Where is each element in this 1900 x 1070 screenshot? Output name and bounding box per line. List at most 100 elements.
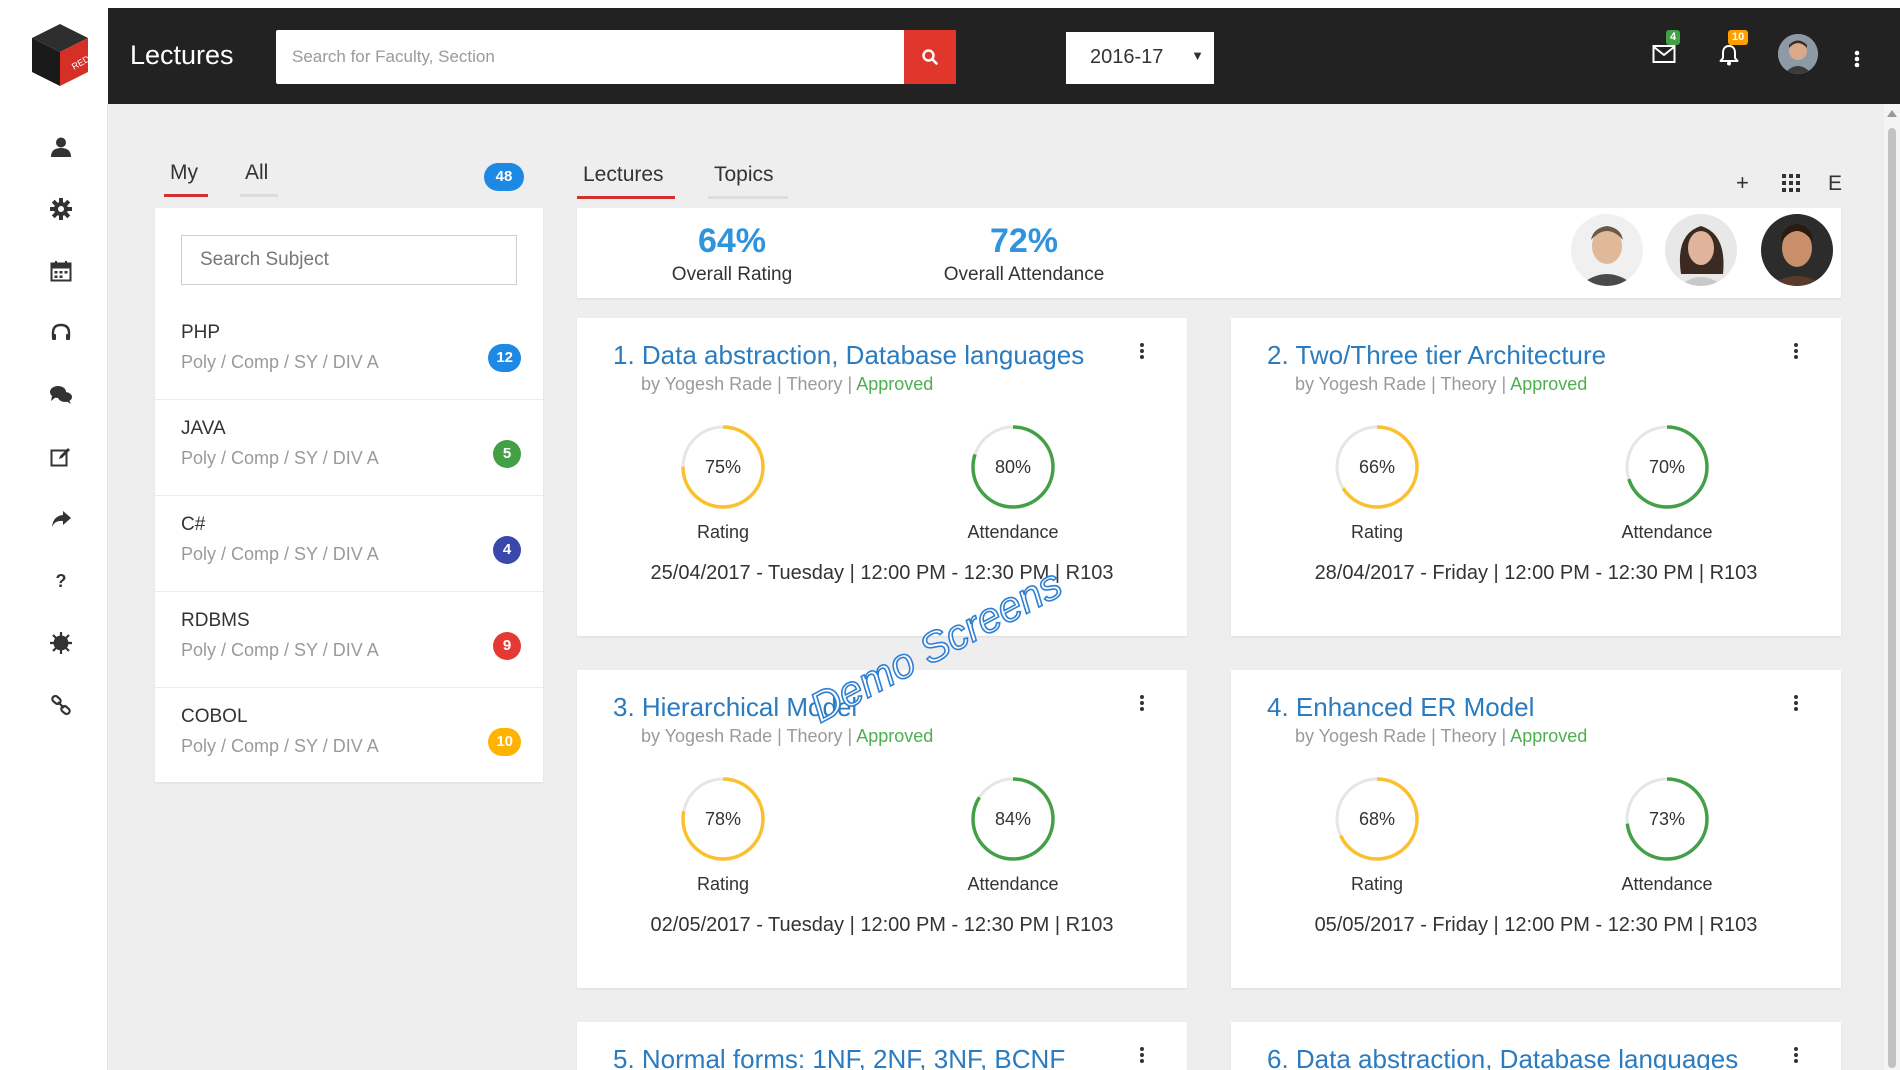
overall-rating-label: Overall Rating	[671, 264, 793, 285]
lecture-schedule: 28/04/2017 - Friday | 12:00 PM - 12:30 P…	[1314, 562, 1758, 584]
sidebar-item-profile[interactable]	[48, 134, 74, 160]
link-icon	[51, 694, 71, 716]
export-button[interactable]: E	[1828, 172, 1842, 196]
lecture-options-button[interactable]	[1793, 342, 1799, 365]
attendance-value: 80%	[995, 457, 1031, 477]
lecture-card-3[interactable]: 3. Hierarchical Model by Yogesh Rade | T…	[577, 670, 1187, 988]
subject-lecture-count-badge: 5	[493, 440, 521, 468]
notifications-button[interactable]: 10	[1718, 30, 1749, 71]
subject-name: COBOL	[181, 706, 248, 727]
sidebar-item-links[interactable]	[48, 692, 74, 718]
faculty-avatar-1[interactable]	[1571, 214, 1643, 286]
rating-label: Rating	[696, 874, 750, 894]
subject-item-java[interactable]: JAVA Poly / Comp / SY / DIV A 5	[155, 400, 543, 496]
academic-year-select[interactable]: 2016-17 ▼	[1066, 32, 1214, 84]
status-badge: Approved	[856, 726, 934, 746]
overall-attendance-label: Overall Attendance	[943, 264, 1105, 285]
edit-icon	[50, 448, 70, 467]
rating-value: 66%	[1359, 457, 1395, 477]
lecture-card-4[interactable]: 4. Enhanced ER Model by Yogesh Rade | Th…	[1231, 670, 1841, 988]
subject-search-input[interactable]	[181, 235, 517, 285]
attendance-label: Attendance	[967, 522, 1059, 542]
lecture-meta: by Yogesh Rade | Theory | Approved	[641, 726, 933, 747]
academic-year-value: 2016-17	[1090, 46, 1164, 68]
rating-label: Rating	[696, 522, 750, 542]
mail-count-badge: 4	[1666, 30, 1681, 45]
user-avatar[interactable]	[1778, 34, 1818, 74]
sidebar-item-edit[interactable]	[48, 444, 74, 470]
faculty-search-input[interactable]	[276, 30, 904, 84]
sidebar-item-settings[interactable]	[48, 196, 74, 222]
grid-icon	[1782, 174, 1800, 192]
add-lecture-button[interactable]: +	[1736, 170, 1749, 196]
faculty-avatar-2[interactable]	[1665, 214, 1737, 286]
rating-value: 78%	[705, 809, 741, 829]
tab-topics[interactable]: Topics	[714, 163, 774, 187]
sidebar-item-share[interactable]	[48, 506, 74, 532]
app-window: RED Lectures 2016-17 ▼ 4	[12, 8, 1900, 1070]
help-icon: ?	[56, 571, 67, 591]
tab-my[interactable]: My	[170, 161, 198, 185]
sidebar-item-messages[interactable]	[48, 382, 74, 408]
chat-icon	[50, 386, 72, 404]
headset-icon	[51, 323, 71, 340]
lecture-card-6[interactable]: 6. Data abstraction, Database languages	[1231, 1022, 1841, 1070]
rating-label: Rating	[1350, 874, 1404, 894]
tab-lectures[interactable]: Lectures	[583, 163, 664, 187]
lecture-author-type: by Yogesh Rade | Theory |	[1295, 374, 1511, 394]
lecture-card-1[interactable]: 1. Data abstraction, Database languages …	[577, 318, 1187, 636]
grid-view-button[interactable]	[1782, 172, 1800, 198]
lecture-title[interactable]: 5. Normal forms: 1NF, 2NF, 3NF, BCNF	[613, 1044, 1065, 1070]
subject-item-php[interactable]: PHP Poly / Comp / SY / DIV A 12	[155, 304, 543, 400]
search-icon	[922, 49, 938, 65]
tab-lectures-underline	[577, 196, 675, 199]
lecture-options-button[interactable]	[1139, 1046, 1145, 1069]
attendance-label: Attendance	[1621, 874, 1713, 894]
tab-all[interactable]: All	[245, 161, 268, 185]
sidebar-item-issues[interactable]	[48, 630, 74, 656]
subject-path: Poly / Comp / SY / DIV A	[181, 448, 379, 468]
rating-ring: 78%	[681, 777, 765, 861]
overall-attendance-value: 72%	[989, 222, 1059, 260]
tab-topics-underline	[708, 196, 788, 199]
app-logo[interactable]: RED	[12, 8, 108, 104]
subject-item-cobol[interactable]: COBOL Poly / Comp / SY / DIV A 10	[155, 688, 543, 784]
lecture-meta: by Yogesh Rade | Theory | Approved	[1295, 726, 1587, 747]
lecture-card-5[interactable]: 5. Normal forms: 1NF, 2NF, 3NF, BCNF	[577, 1022, 1187, 1070]
lecture-options-button[interactable]	[1793, 694, 1799, 717]
sidebar-item-help[interactable]: ?	[48, 568, 74, 594]
lecture-card-2[interactable]: 2. Two/Three tier Architecture by Yogesh…	[1231, 318, 1841, 636]
search-button[interactable]	[904, 30, 956, 84]
subject-name: RDBMS	[181, 610, 250, 631]
subject-lecture-count-badge: 10	[488, 728, 521, 756]
subject-item-csharp[interactable]: C# Poly / Comp / SY / DIV A 4	[155, 496, 543, 592]
page-scrollbar[interactable]	[1884, 104, 1900, 1070]
rating-ring: 68%	[1335, 777, 1419, 861]
lecture-title[interactable]: 2. Two/Three tier Architecture	[1267, 340, 1606, 371]
lecture-meta: by Yogesh Rade | Theory | Approved	[641, 374, 933, 395]
lecture-title[interactable]: 4. Enhanced ER Model	[1267, 692, 1534, 723]
subject-count-badge: 48	[484, 163, 524, 191]
lecture-options-button[interactable]	[1793, 1046, 1799, 1069]
mail-button[interactable]: 4	[1652, 30, 1681, 69]
scrollbar-thumb[interactable]	[1888, 128, 1896, 1068]
rating-value: 75%	[705, 457, 741, 477]
more-options-button[interactable]	[1854, 50, 1860, 73]
lecture-options-button[interactable]	[1139, 694, 1145, 717]
lecture-title[interactable]: 1. Data abstraction, Database languages	[613, 340, 1084, 371]
sidebar-item-calendar[interactable]	[48, 258, 74, 284]
scroll-up-arrow-icon[interactable]	[1887, 110, 1897, 117]
status-badge: Approved	[856, 374, 934, 394]
attendance-label: Attendance	[967, 874, 1059, 894]
sidebar-item-support[interactable]	[48, 320, 74, 346]
attendance-ring: 70%	[1625, 425, 1709, 509]
lecture-options-button[interactable]	[1139, 342, 1145, 365]
calendar-icon	[50, 261, 72, 282]
status-badge: Approved	[1510, 726, 1588, 746]
kebab-menu-icon	[1794, 343, 1798, 359]
lecture-meta: by Yogesh Rade | Theory | Approved	[1295, 374, 1587, 395]
subject-lecture-count-badge: 9	[493, 632, 521, 660]
lecture-title[interactable]: 6. Data abstraction, Database languages	[1267, 1044, 1738, 1070]
faculty-avatar-3[interactable]	[1761, 214, 1833, 286]
subject-item-rdbms[interactable]: RDBMS Poly / Comp / SY / DIV A 9	[155, 592, 543, 688]
